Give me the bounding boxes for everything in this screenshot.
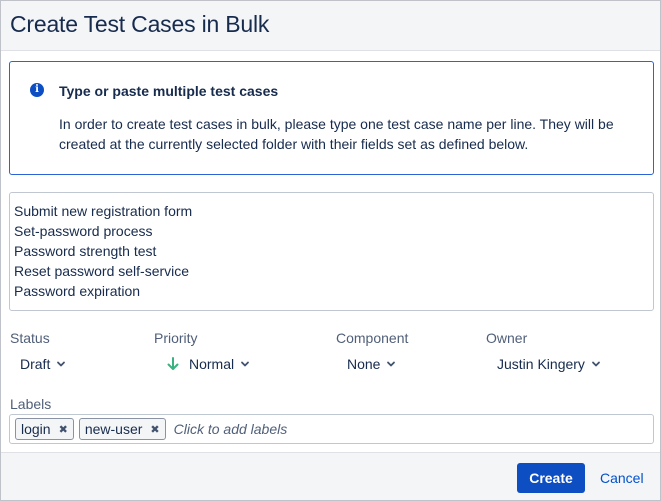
create-test-cases-dialog: Create Test Cases in Bulk i Type or past…: [0, 0, 661, 501]
priority-label: Priority: [154, 330, 198, 346]
test-case-line: Password expiration: [14, 283, 141, 299]
info-icon: i: [30, 83, 44, 97]
create-button[interactable]: Create: [517, 463, 585, 493]
test-case-line: Reset password self-service: [14, 263, 190, 279]
chevron-down-icon: [592, 361, 600, 367]
labels-field[interactable]: login ✖ new-user ✖: [9, 414, 654, 444]
owner-value: Justin Kingery: [497, 356, 585, 372]
label-chip-text: new-user: [84, 421, 143, 437]
info-message: i Type or paste multiple test cases In o…: [9, 61, 654, 175]
test-case-line: Submit new registration form: [14, 203, 193, 219]
label-chip: login ✖: [15, 418, 74, 440]
labels-label: Labels: [10, 396, 52, 412]
status-value: Draft: [20, 356, 51, 372]
component-value: None: [347, 356, 381, 372]
labels-input[interactable]: [173, 421, 304, 437]
dialog-footer: Create Cancel: [1, 452, 660, 500]
remove-label-icon[interactable]: ✖: [59, 423, 68, 436]
priority-value: Normal: [189, 356, 235, 372]
dialog-title: Create Test Cases in Bulk: [10, 11, 270, 37]
status-dropdown[interactable]: Draft: [20, 354, 66, 374]
arrow-down-icon: [167, 357, 179, 370]
test-case-line: Set-password process: [14, 223, 153, 239]
test-cases-textarea[interactable]: Submit new registration form Set-passwor…: [9, 192, 654, 311]
info-title: Type or paste multiple test cases: [59, 83, 279, 99]
component-dropdown[interactable]: None: [347, 354, 396, 374]
info-text: In order to create test cases in bulk, p…: [59, 116, 614, 152]
priority-dropdown[interactable]: Normal: [167, 354, 250, 374]
owner-dropdown[interactable]: Justin Kingery: [497, 354, 601, 374]
component-label: Component: [336, 330, 409, 346]
chevron-down-icon: [57, 361, 66, 367]
status-label: Status: [10, 330, 50, 346]
label-chip-text: login: [21, 421, 51, 437]
test-case-line: Password strength test: [14, 243, 157, 259]
remove-label-icon[interactable]: ✖: [150, 423, 159, 436]
label-chip: new-user ✖: [78, 418, 166, 440]
chevron-down-icon: [241, 361, 250, 367]
chevron-down-icon: [387, 361, 396, 367]
dialog-header: Create Test Cases in Bulk: [1, 1, 660, 51]
owner-label: Owner: [486, 330, 528, 346]
cancel-button[interactable]: Cancel: [600, 470, 644, 486]
